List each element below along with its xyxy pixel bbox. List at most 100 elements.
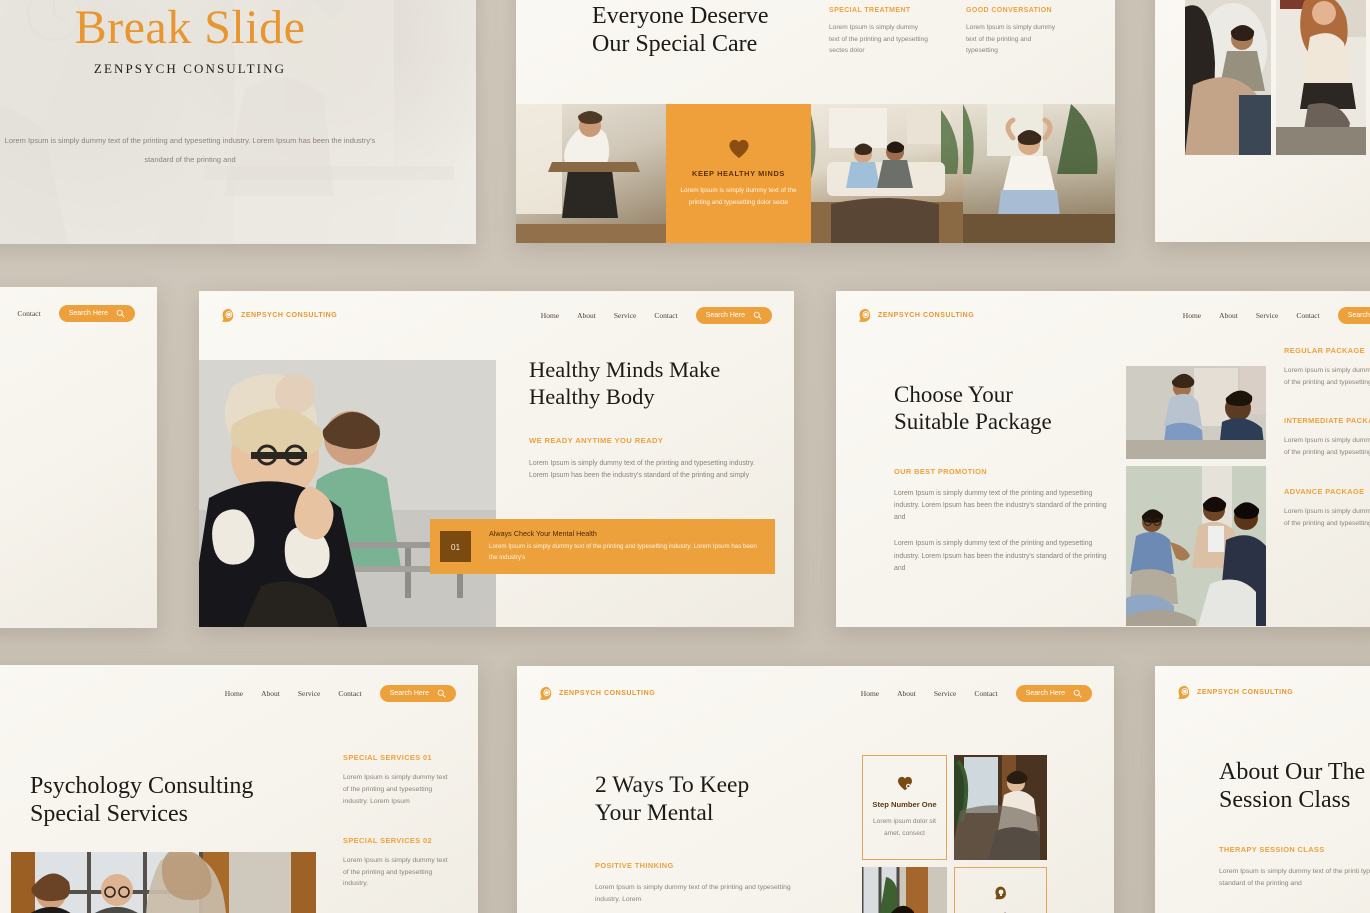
head-speech-bubble-icon xyxy=(221,308,236,323)
nav-link-about[interactable]: About xyxy=(897,689,916,698)
mockup-canvas: Break Slide ZENPSYCH CONSULTING Lorem Ip… xyxy=(0,0,1370,913)
special-treatment-body: Lorem Ipsum is simply dummy text of the … xyxy=(829,24,928,55)
photo-session-listening xyxy=(1185,0,1271,155)
photo-two-women-session xyxy=(199,360,496,627)
search-button[interactable]: Search Here xyxy=(1337,307,1370,324)
nav-links: Home About Service Contact Search Here xyxy=(541,307,772,324)
heart-lock-icon xyxy=(897,776,912,791)
service-eyebrow-01: SPECIAL SERVICES 01 xyxy=(343,753,433,762)
photo-man-chair xyxy=(516,104,666,243)
two-ways-title-line2: Your Mental xyxy=(595,799,714,826)
head-speech-bubble-icon xyxy=(539,686,554,701)
services-title-line1: Psychology Consulting xyxy=(30,773,254,799)
keep-healthy-minds-title: KEEP HEALTHY MINDS xyxy=(692,168,785,178)
navbar: Contact Search Here xyxy=(0,305,157,322)
magnifier-icon xyxy=(437,689,446,698)
nav-link-home[interactable]: Home xyxy=(225,689,243,698)
package-eyebrow: OUR BEST PROMOTION xyxy=(894,467,988,477)
therapy-title-line2: Session Class xyxy=(1219,787,1351,814)
brand[interactable]: ZENPSYCH CONSULTING xyxy=(1177,685,1293,700)
therapy-body: Lorem Ipsum is simply dummy text of the … xyxy=(1219,867,1370,887)
nav-link-home[interactable]: Home xyxy=(541,311,559,320)
brand[interactable]: ZENPSYCH CONSULTING xyxy=(858,308,974,323)
nav-link-about[interactable]: About xyxy=(577,311,596,320)
slide-special-services[interactable]: ZENPSYCH CONSULTING Home About Service C… xyxy=(0,665,478,913)
magnifier-icon xyxy=(1073,689,1082,698)
break-body-2: standard of the printing and xyxy=(144,155,236,165)
package-body-2: Lorem Ipsum is simply dummy text of the … xyxy=(894,540,1107,572)
brand-name: ZENPSYCH CONSULTING xyxy=(241,312,338,319)
head-bulb-icon xyxy=(994,886,1006,900)
therapy-eyebrow: THERAPY SESSION CLASS xyxy=(1219,844,1325,854)
callout-title: Always Check Your Mental Health xyxy=(489,529,597,539)
step-card-one[interactable]: Step Number One Lorem ipsum dolor sit am… xyxy=(862,755,947,860)
break-title: Break Slide xyxy=(74,1,306,54)
break-body: Lorem Ipsum is simply dummy text of the … xyxy=(4,135,376,145)
nav-link-contact[interactable]: Contact xyxy=(654,311,677,320)
nav-link-service[interactable]: Service xyxy=(934,689,957,698)
navbar: ZENPSYCH CONSULTING xyxy=(1155,685,1370,700)
healthy-minds-eyebrow: WE READY ANYTIME YOU READY xyxy=(529,436,664,446)
slide-suitable-package[interactable]: ZENPSYCH CONSULTING Home About Service C… xyxy=(836,291,1370,627)
services-title-line2: Special Services xyxy=(30,801,188,828)
search-button[interactable]: Search Here xyxy=(58,305,135,322)
package-body-intermediate: Lorem Ipsum is simply dummy text of the … xyxy=(1284,437,1370,457)
magnifier-icon xyxy=(116,309,125,318)
nav-link-about[interactable]: About xyxy=(1219,311,1238,320)
brand-name: ZENPSYCH CONSULTING xyxy=(559,690,656,697)
keep-healthy-minds-body: Lorem Ipsum is simply dummy text of the … xyxy=(680,186,797,206)
brand[interactable]: ZENPSYCH CONSULTING xyxy=(221,308,337,323)
brand[interactable]: ZENPSYCH CONSULTING xyxy=(539,686,655,701)
step-card-two[interactable]: Step Number Two Lorem ipsum dolor sit xyxy=(954,867,1047,913)
nav-link-contact[interactable]: Contact xyxy=(338,689,361,698)
slide-photo-strip[interactable] xyxy=(1155,0,1370,242)
heart-icon xyxy=(728,139,749,158)
package-name-regular: REGULAR PACKAGE xyxy=(1284,346,1366,355)
search-button-label: Search Here xyxy=(1347,312,1370,319)
photo-woman-stretch xyxy=(963,104,1115,243)
search-button-label: Search Here xyxy=(389,690,429,697)
nav-links: Home About Service Contact Search Here xyxy=(1183,307,1370,324)
therapy-title-line1: About Our The xyxy=(1219,759,1366,785)
healthy-minds-title-line2: Healthy Body xyxy=(529,383,655,409)
nav-links: Home About Service Contact Search Here xyxy=(225,685,456,702)
magnifier-icon xyxy=(753,311,762,320)
package-item: ADVANCE PACKAGE Lorem Ipsum is simply du… xyxy=(1284,487,1370,529)
nav-link-contact[interactable]: Contact xyxy=(1296,311,1319,320)
search-button[interactable]: Search Here xyxy=(695,307,772,324)
slide-healthy-minds[interactable]: ZENPSYCH CONSULTING Home About Service C… xyxy=(199,291,794,627)
nav-link-service[interactable]: Service xyxy=(1256,311,1279,320)
slide-two-ways[interactable]: ZENPSYCH CONSULTING Home About Service C… xyxy=(517,666,1114,913)
nav-link-contact[interactable]: Contact xyxy=(974,689,997,698)
photo-woman-seated xyxy=(1276,0,1366,155)
photo-man-window xyxy=(862,867,947,913)
slide-therapy-session[interactable]: ZENPSYCH CONSULTING About Our The Sessio… xyxy=(1155,666,1370,913)
slide-every-day-mental[interactable]: Contact Search Here Every Day Mental of … xyxy=(0,287,157,628)
callout-card[interactable]: 01 Always Check Your Mental Health Lorem… xyxy=(430,519,775,574)
break-subtitle: ZENPSYCH CONSULTING xyxy=(93,60,287,76)
search-button[interactable]: Search Here xyxy=(1015,685,1092,702)
head-speech-bubble-icon xyxy=(1177,685,1192,700)
nav-link-service[interactable]: Service xyxy=(614,311,637,320)
photo-woman-armchair xyxy=(954,755,1047,860)
good-conversation-body: Lorem Ipsum is simply dummy text of the … xyxy=(966,24,1056,55)
special-care-title-line2: Our Special Care xyxy=(592,31,758,58)
healthy-minds-body: Lorem Ipsum is simply dummy text of the … xyxy=(529,460,755,480)
nav-link-service[interactable]: Service xyxy=(298,689,321,698)
slide-special-care[interactable]: Everyone Deserve Our Special Care SPECIA… xyxy=(516,0,1115,243)
package-item: INTERMEDIATE PACKAGE Lorem Ipsum is simp… xyxy=(1284,416,1370,458)
nav-link-contact[interactable]: Contact xyxy=(17,309,40,318)
nav-link-about[interactable]: About xyxy=(261,689,280,698)
package-item: REGULAR PACKAGE Lorem Ipsum is simply du… xyxy=(1284,346,1370,388)
callout-body: Lorem Ipsum is simply dummy text of the … xyxy=(489,543,757,561)
slide-break[interactable]: Break Slide ZENPSYCH CONSULTING Lorem Ip… xyxy=(0,0,476,244)
callout-number: 01 xyxy=(450,541,461,552)
nav-link-home[interactable]: Home xyxy=(861,689,879,698)
navbar: ZENPSYCH CONSULTING Home About Service C… xyxy=(836,307,1370,324)
nav-link-home[interactable]: Home xyxy=(1183,311,1201,320)
search-button[interactable]: Search Here xyxy=(379,685,456,702)
package-title-line2: Suitable Package xyxy=(894,409,1052,435)
special-care-title-line1: Everyone Deserve xyxy=(592,3,769,29)
brand-name: ZENPSYCH CONSULTING xyxy=(878,312,975,319)
photo-group-therapy xyxy=(1126,466,1266,626)
